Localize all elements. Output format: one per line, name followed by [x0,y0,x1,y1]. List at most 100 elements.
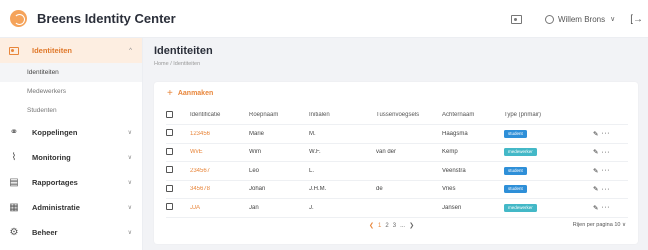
table-row[interactable]: JJA Jan J. Jansen medewerker ✎ ··· [166,199,628,218]
sidebar-item-rapportages[interactable]: ▤ Rapportages ∨ [0,170,142,195]
achternaam-cell: Jansen [442,204,462,211]
id-card-icon [8,45,20,57]
column-header[interactable]: Initialen [309,112,376,118]
edit-icon[interactable]: ✎ [593,167,598,175]
row-checkbox[interactable] [166,147,173,155]
sidebar-item-koppelingen[interactable]: ⚭ Koppelingen ∨ [0,120,142,145]
roepnaam-cell: Leo [249,167,260,174]
user-icon[interactable] [544,14,554,24]
edit-icon[interactable]: ✎ [593,148,598,156]
more-icon[interactable]: ··· [602,130,611,137]
chevron-down-icon: ∨ [127,230,132,236]
rows-per-page-value: 10 [614,222,621,228]
chart-icon: ⌇ [11,152,17,163]
chevron-down-icon: ∨ [621,222,626,228]
table-header: Identificatie Roepnaam Initialen Tussenv… [166,106,628,125]
chevron-down-icon: ∨ [127,130,132,136]
gear-icon: ⚙ [9,227,19,238]
table-row[interactable]: 345678 Johan J.H.M. de Vries student ✎ ··… [166,181,628,199]
main-content: Identiteiten Home / Identiteiten [154,45,638,67]
table-row[interactable]: WvE Wim W.F. van der Kemp medewerker ✎ ··… [166,144,628,162]
type-badge: student [504,166,527,175]
add-button[interactable]: + Aanmaken [167,88,213,99]
identities-card: + Aanmaken Identificatie Roepnaam Initia… [154,82,638,244]
initialen-cell: M. [309,130,316,137]
type-badge: student [504,185,527,194]
table-row[interactable]: 234567 Leo L. Veenstra student ✎ ··· [166,162,628,181]
page-1-button[interactable]: 1 [378,223,381,229]
logout-icon[interactable]: [→ [630,14,643,25]
chevron-down-icon: ∨ [127,205,132,211]
sidebar-item-monitoring[interactable]: ⌇ Monitoring ∨ [0,145,142,170]
tussenvoegsels-cell: de [376,186,383,193]
identification-link[interactable]: 345678 [190,186,249,192]
sidebar-subitem-identiteiten[interactable]: Identiteiten [0,63,142,82]
page-ellipsis: ... [400,222,406,229]
column-header[interactable]: Roepnaam [249,112,309,118]
sidebar-item-label: Administratie [32,203,80,212]
more-icon[interactable]: ··· [602,167,611,174]
report-icon: ▤ [9,177,19,188]
chevron-up-icon: ^ [129,47,132,54]
roepnaam-cell: Wim [249,149,261,156]
breadcrumb[interactable]: Home / Identiteiten [154,61,638,67]
edit-icon[interactable]: ✎ [593,204,598,212]
chevron-down-icon: ∨ [127,180,132,186]
pagination: ❮ 1 2 3 ... ❯ [369,222,414,230]
identification-link[interactable]: JJA [190,205,249,211]
app-title: Breens Identity Center [37,11,176,26]
identification-link[interactable]: WvE [190,149,249,155]
select-all-checkbox[interactable] [166,110,173,118]
top-right-controls: Willem Brons ∨ [→ [510,0,648,38]
row-checkbox[interactable] [166,184,173,192]
tussenvoegsels-cell: van der [376,149,397,156]
sidebar-item-label: Beheer [32,228,58,237]
more-icon[interactable]: ··· [602,204,611,211]
user-name[interactable]: Willem Brons [558,15,605,24]
achternaam-cell: Kemp [442,149,458,156]
sidebar-item-administratie[interactable]: ▦ Administratie ∨ [0,195,142,220]
column-header[interactable]: Type (primair) [504,112,584,118]
row-checkbox[interactable] [166,129,173,137]
column-header[interactable]: Identificatie [190,112,249,118]
achternaam-cell: Veenstra [442,167,466,174]
next-page-icon[interactable]: ❯ [409,222,414,229]
achternaam-cell: Vries [442,186,456,193]
add-button-label: Aanmaken [177,90,214,97]
edit-icon[interactable]: ✎ [593,185,598,193]
chevron-down-icon[interactable]: ∨ [610,15,615,23]
app-logo[interactable] [10,10,27,27]
plus-icon: + [167,88,173,99]
initialen-cell: J.H.M. [309,186,327,193]
rows-per-page-select[interactable]: Rijen per pagina 10 ∨ [573,222,626,228]
sidebar-item-identiteiten[interactable]: Identiteiten ^ [0,38,142,63]
row-checkbox[interactable] [166,166,173,174]
column-header[interactable]: Achternaam [442,112,504,118]
initialen-cell: J. [309,204,314,211]
top-bar: Breens Identity Center Willem Brons ∨ [→ [0,0,648,38]
page-title: Identiteiten [154,45,213,57]
page-3-button[interactable]: 3 [393,223,396,229]
sidebar-subitem-studenten[interactable]: Studenten [0,101,142,120]
type-badge: medewerker [504,148,537,157]
row-checkbox[interactable] [166,203,173,211]
page-2-button[interactable]: 2 [385,223,388,229]
roepnaam-cell: Jan [249,204,259,211]
prev-page-icon[interactable]: ❮ [369,222,374,229]
sidebar-item-beheer[interactable]: ⚙ Beheer ∨ [0,220,142,245]
rows-per-page-label: Rijen per pagina [572,222,613,228]
type-badge: student [504,129,527,138]
column-header[interactable]: Tussenvoegsels [376,112,442,118]
identification-link[interactable]: 123456 [190,131,249,137]
sidebar-subitem-medewerkers[interactable]: Medewerkers [0,82,142,101]
more-icon[interactable]: ··· [602,186,611,193]
sidebar-item-label: Rapportages [32,178,78,187]
table-row[interactable]: 123456 Marie M. Haagsma student ✎ ··· [166,125,628,144]
more-icon[interactable]: ··· [602,149,611,156]
id-card-icon[interactable] [510,14,522,24]
edit-icon[interactable]: ✎ [593,130,598,138]
admin-icon: ▦ [9,202,19,213]
identification-link[interactable]: 234567 [190,168,249,174]
sidebar-item-label: Koppelingen [32,128,78,137]
roepnaam-cell: Marie [249,130,265,137]
